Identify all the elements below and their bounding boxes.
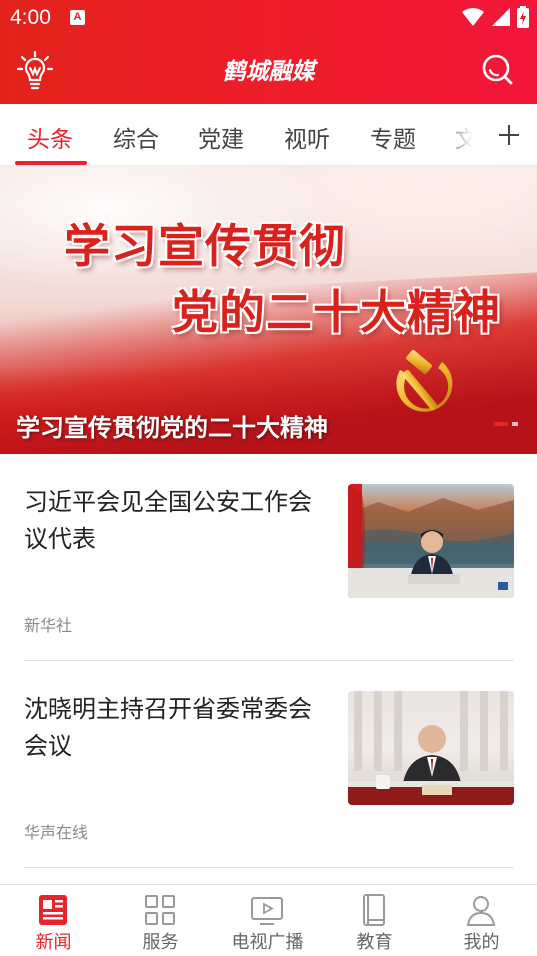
list-divider xyxy=(24,867,514,868)
news-thumbnail[interactable] xyxy=(348,691,514,805)
category-tabs: 头条 综合 党建 视听 专题 文 xyxy=(0,104,537,166)
user-icon xyxy=(466,896,496,926)
nav-label: 教育 xyxy=(356,932,393,953)
wifi-icon xyxy=(462,8,484,26)
bottom-navigation: 新闻 服务 电视广播 教育 我的 xyxy=(0,884,537,956)
app-header: 4:00 A 鹤城融媒 xyxy=(0,0,537,104)
carousel-dot xyxy=(512,422,518,426)
news-title[interactable]: 沈晓明主持召开省委常委会会议 xyxy=(24,691,324,765)
nav-label: 我的 xyxy=(463,932,500,953)
tab-audio-video[interactable]: 视听 xyxy=(284,120,330,154)
nav-label: 电视广播 xyxy=(231,932,304,953)
nav-services[interactable]: 服务 xyxy=(107,885,214,956)
add-channel-button[interactable] xyxy=(480,104,537,165)
nav-profile[interactable]: 我的 xyxy=(428,885,535,956)
signal-icon xyxy=(492,8,510,26)
banner-carousel[interactable]: 学习宣传贯彻 党的二十大精神 学习宣传贯彻党的二十大精神 xyxy=(0,166,537,454)
carousel-indicators xyxy=(494,422,518,426)
carousel-dot-active xyxy=(494,422,508,426)
app-bar: 鹤城融媒 xyxy=(0,36,537,104)
status-time: 4:00 xyxy=(10,6,51,29)
tv-icon xyxy=(251,897,283,925)
battery-icon xyxy=(517,6,529,28)
hammer-sickle-emblem xyxy=(396,350,453,412)
status-icons xyxy=(461,5,529,29)
news-title[interactable]: 习近平会见全国公安工作会议代表 xyxy=(24,484,324,558)
search-icon xyxy=(482,54,513,85)
tab-headlines[interactable]: 头条 xyxy=(27,120,73,154)
nav-label: 服务 xyxy=(142,932,179,953)
tab-party-building[interactable]: 党建 xyxy=(198,120,244,154)
newspaper-icon xyxy=(39,895,67,925)
nav-tv-radio[interactable]: 电视广播 xyxy=(214,885,321,956)
book-icon xyxy=(363,894,385,926)
plus-icon xyxy=(498,124,519,145)
search-button[interactable] xyxy=(480,52,514,86)
status-bar: 4:00 A xyxy=(0,0,537,36)
nav-news[interactable]: 新闻 xyxy=(0,885,107,956)
news-source: 华声在线 xyxy=(24,823,89,842)
news-photo xyxy=(348,691,514,805)
banner-headline-line2: 党的二十大精神 xyxy=(172,285,501,339)
banner-caption: 学习宣传贯彻党的二十大精神 xyxy=(16,413,328,442)
tab-special-topics[interactable]: 专题 xyxy=(370,120,416,154)
news-photo xyxy=(348,484,514,598)
news-thumbnail[interactable] xyxy=(348,484,514,598)
nav-label: 新闻 xyxy=(35,932,72,953)
app-title: 鹤城融媒 xyxy=(222,58,315,85)
tab-general[interactable]: 综合 xyxy=(113,120,159,154)
active-tab-indicator xyxy=(15,161,87,165)
news-source: 新华社 xyxy=(24,616,73,635)
banner-headline-line1: 学习宣传贯彻 xyxy=(64,219,346,273)
list-divider xyxy=(24,660,514,661)
nav-education[interactable]: 教育 xyxy=(321,885,428,956)
tabs-fade xyxy=(440,104,480,165)
notification-badge: A xyxy=(70,10,85,25)
grid-icon xyxy=(145,895,175,925)
